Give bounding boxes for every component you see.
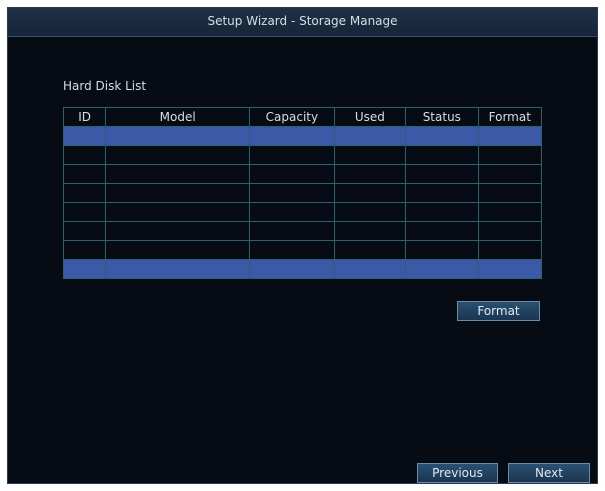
column-header-model: Model [105, 107, 251, 127]
table-row[interactable] [62, 164, 543, 184]
cell-model [105, 126, 251, 146]
column-header-capacity: Capacity [249, 107, 335, 127]
table-row[interactable] [62, 202, 543, 222]
cell-status [405, 126, 479, 146]
cell-id [62, 183, 107, 203]
cell-model [105, 164, 251, 184]
cell-used [333, 259, 407, 279]
column-header-id: ID [62, 107, 107, 127]
cell-model [105, 259, 251, 279]
cell-status [405, 145, 479, 165]
table-row[interactable] [62, 126, 543, 146]
cell-capacity [249, 164, 335, 184]
table-header-row: ID Model Capacity Used Status Format [62, 107, 543, 127]
cell-used [333, 221, 407, 241]
window-title: Setup Wizard - Storage Manage [8, 8, 597, 37]
cell-status [405, 221, 479, 241]
cell-status [405, 183, 479, 203]
cell-format [477, 202, 543, 222]
cell-model [105, 240, 251, 260]
screen: Setup Wizard - Storage Manage Hard Disk … [0, 0, 605, 491]
hard-disk-list-label: Hard Disk List [63, 79, 147, 93]
cell-format [477, 126, 543, 146]
cell-id [62, 259, 107, 279]
cell-id [62, 221, 107, 241]
cell-capacity [249, 145, 335, 165]
cell-format [477, 145, 543, 165]
cell-model [105, 145, 251, 165]
setup-wizard-window: Setup Wizard - Storage Manage Hard Disk … [7, 7, 598, 484]
cell-used [333, 145, 407, 165]
cell-used [333, 164, 407, 184]
cell-capacity [249, 259, 335, 279]
hard-disk-table: ID Model Capacity Used Status Format [62, 107, 543, 279]
cell-model [105, 183, 251, 203]
cell-id [62, 202, 107, 222]
cell-format [477, 164, 543, 184]
cell-capacity [249, 202, 335, 222]
column-header-status: Status [405, 107, 479, 127]
cell-capacity [249, 126, 335, 146]
cell-id [62, 145, 107, 165]
cell-model [105, 202, 251, 222]
cell-status [405, 164, 479, 184]
table-body [62, 126, 543, 279]
next-button[interactable]: Next [508, 463, 590, 483]
cell-id [62, 126, 107, 146]
cell-used [333, 126, 407, 146]
cell-status [405, 259, 479, 279]
cell-used [333, 202, 407, 222]
cell-capacity [249, 183, 335, 203]
cell-capacity [249, 221, 335, 241]
table-row[interactable] [62, 221, 543, 241]
table-row[interactable] [62, 145, 543, 165]
cell-id [62, 164, 107, 184]
cell-used [333, 240, 407, 260]
cell-used [333, 183, 407, 203]
cell-model [105, 221, 251, 241]
column-header-format: Format [477, 107, 543, 127]
table-row[interactable] [62, 183, 543, 203]
column-header-used: Used [333, 107, 407, 127]
cell-format [477, 221, 543, 241]
cell-capacity [249, 240, 335, 260]
cell-id [62, 240, 107, 260]
previous-button[interactable]: Previous [417, 463, 498, 483]
format-button[interactable]: Format [457, 301, 540, 321]
cell-status [405, 240, 479, 260]
cell-format [477, 240, 543, 260]
cell-status [405, 202, 479, 222]
cell-format [477, 183, 543, 203]
cell-format [477, 259, 543, 279]
table-row[interactable] [62, 259, 543, 279]
table-row[interactable] [62, 240, 543, 260]
